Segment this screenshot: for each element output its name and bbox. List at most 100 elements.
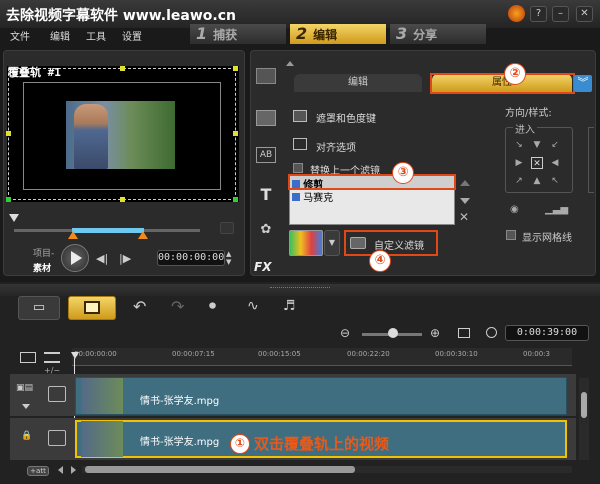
resize-handle-bl[interactable] bbox=[6, 197, 11, 202]
direction-center-icon[interactable]: ✕ bbox=[531, 157, 543, 169]
direction-up-icon[interactable]: ▼ bbox=[531, 139, 543, 151]
delete-filter-icon[interactable]: ✕ bbox=[459, 210, 469, 224]
tab-edit-options[interactable]: 编辑 bbox=[294, 74, 422, 92]
library-icon-fx[interactable]: FX bbox=[254, 260, 278, 276]
ruler-label-0: 00:00:00:00 bbox=[74, 350, 117, 358]
library-icon-photo[interactable] bbox=[256, 110, 276, 126]
scroll-right-icon[interactable] bbox=[71, 466, 76, 474]
playhead-icon[interactable] bbox=[71, 352, 79, 359]
library-icon-title[interactable]: AB bbox=[256, 147, 276, 163]
expand-preview-icon[interactable] bbox=[220, 222, 234, 234]
move-up-icon[interactable] bbox=[460, 180, 470, 186]
storyboard-view-button[interactable]: ▭ bbox=[18, 296, 60, 320]
next-frame-icon[interactable]: |▶ bbox=[119, 252, 131, 265]
minimize-icon[interactable]: – bbox=[552, 6, 569, 22]
chapter-list-icon[interactable] bbox=[44, 352, 60, 363]
overlay-lock-icon[interactable]: 🔒 bbox=[21, 431, 32, 441]
show-grid-checkbox[interactable] bbox=[506, 230, 516, 240]
expand-options-button[interactable]: ︾ bbox=[574, 75, 592, 92]
library-icon-text[interactable]: T bbox=[256, 185, 276, 204]
close-icon[interactable]: ✕ bbox=[576, 6, 593, 22]
direction-right-icon[interactable]: ◀ bbox=[549, 157, 561, 169]
filter-item-mosaic[interactable]: 马赛克 bbox=[290, 189, 454, 204]
mask-icon bbox=[293, 110, 307, 122]
ruler-label-4: 00:00:30:10 bbox=[435, 350, 478, 358]
grip-icon bbox=[270, 287, 330, 290]
preview-timecode[interactable]: 00:00:00:00 bbox=[157, 250, 225, 266]
tab-share[interactable]: 3 分享 bbox=[390, 24, 486, 44]
timeline-ruler[interactable] bbox=[72, 348, 572, 366]
resize-handle-mr[interactable] bbox=[233, 131, 238, 136]
scrubber-selection bbox=[72, 228, 144, 233]
preset-dropdown-icon[interactable]: ▼ bbox=[324, 230, 340, 256]
replace-filter-checkbox[interactable] bbox=[293, 163, 303, 173]
resize-handle-bm[interactable] bbox=[120, 197, 125, 202]
library-icon-graphics[interactable]: ✿ bbox=[256, 222, 276, 238]
mask-chroma-key-button[interactable]: 遮罩和色度键 bbox=[316, 110, 376, 125]
move-down-icon[interactable] bbox=[460, 198, 470, 204]
direction-up-left-icon[interactable]: ↘ bbox=[513, 139, 525, 151]
video-track-header-icon[interactable]: ▣▤ bbox=[16, 383, 36, 396]
resize-handle-tr[interactable] bbox=[233, 66, 238, 71]
menu-edit[interactable]: 编辑 bbox=[50, 28, 70, 43]
play-icon bbox=[71, 251, 82, 265]
tab-capture[interactable]: 1 捕获 bbox=[190, 24, 286, 44]
redo-icon[interactable]: ↷ bbox=[171, 297, 184, 316]
signal-icon[interactable]: ▁▃▅ bbox=[545, 204, 568, 215]
ruler-label-5: 00:00:3 bbox=[523, 350, 550, 358]
custom-filter-highlight bbox=[344, 230, 438, 256]
zoom-out-icon[interactable]: ⊖ bbox=[340, 326, 350, 340]
mode-clip-label[interactable]: 素材 bbox=[33, 261, 51, 274]
direction-down-right-icon[interactable]: ↖ bbox=[549, 175, 561, 187]
resize-handle-tm[interactable] bbox=[120, 66, 125, 71]
ruler-label-2: 00:00:15:05 bbox=[258, 350, 301, 358]
enter-label: 进入 bbox=[513, 121, 537, 136]
direction-down-icon[interactable]: ▲ bbox=[531, 175, 543, 187]
help-icon[interactable]: ? bbox=[530, 6, 547, 22]
filter-icon bbox=[292, 192, 300, 201]
resize-handle-br[interactable] bbox=[233, 197, 238, 202]
trim-end-handle[interactable] bbox=[138, 231, 148, 239]
align-options-button[interactable]: 对齐选项 bbox=[316, 139, 356, 154]
trim-start-handle[interactable] bbox=[68, 231, 78, 239]
prev-frame-icon[interactable]: ◀| bbox=[96, 252, 108, 265]
scroll-left-icon[interactable] bbox=[58, 466, 63, 474]
collapse-arrow-icon[interactable] bbox=[286, 61, 294, 66]
vertical-scroll-thumb[interactable] bbox=[581, 392, 587, 418]
zoom-in-icon[interactable]: ⊕ bbox=[430, 326, 440, 340]
overlay-track-label: 覆叠轨 #1 bbox=[8, 66, 61, 79]
resize-handle-ml[interactable] bbox=[6, 131, 11, 136]
vertical-scrollbar[interactable] bbox=[579, 378, 589, 460]
record-capture-icon[interactable]: ⏺ bbox=[209, 298, 216, 314]
direction-down-left-icon[interactable]: ↗ bbox=[513, 175, 525, 187]
annotation-1: ① bbox=[230, 434, 250, 454]
duration-clock-icon bbox=[486, 327, 497, 338]
attributes-tab-highlight bbox=[430, 73, 575, 94]
overlay-track-icon bbox=[48, 430, 66, 446]
video-track-icon bbox=[48, 386, 66, 402]
menu-file[interactable]: 文件 bbox=[10, 28, 30, 43]
scrubber-head-icon[interactable] bbox=[9, 214, 19, 222]
add-track-button[interactable]: +att bbox=[27, 466, 49, 476]
audio-mixer-icon[interactable]: ∿ bbox=[247, 298, 259, 314]
direction-up-right-icon[interactable]: ↙ bbox=[549, 139, 561, 151]
mode-project-label[interactable]: 项目- bbox=[33, 246, 54, 259]
track-manager-icon[interactable] bbox=[20, 352, 36, 363]
fit-project-icon[interactable] bbox=[458, 328, 470, 338]
video-clip-name: 情书-张学友.mpg bbox=[140, 396, 220, 407]
filter-preset-icon[interactable] bbox=[289, 230, 323, 256]
menu-tools[interactable]: 工具 bbox=[86, 28, 106, 43]
timecode-spinner-icon[interactable]: ▲ ▼ bbox=[226, 250, 234, 266]
undo-icon[interactable]: ↶ bbox=[133, 297, 146, 316]
direction-left-icon[interactable]: ▶ bbox=[513, 157, 525, 169]
tab-edit[interactable]: 2 编辑 bbox=[290, 24, 386, 44]
fade-icon[interactable]: ◉ bbox=[510, 204, 519, 215]
library-icon-video[interactable] bbox=[256, 68, 276, 84]
menu-settings[interactable]: 设置 bbox=[122, 28, 142, 43]
video-clip-thumbnail bbox=[81, 378, 123, 414]
timeline-toolbar bbox=[0, 284, 600, 296]
auto-music-icon[interactable]: ♬ bbox=[283, 298, 296, 314]
zoom-thumb[interactable] bbox=[388, 328, 398, 338]
horizontal-scroll-thumb[interactable] bbox=[85, 466, 355, 473]
video-track-expand-icon[interactable] bbox=[22, 404, 30, 409]
